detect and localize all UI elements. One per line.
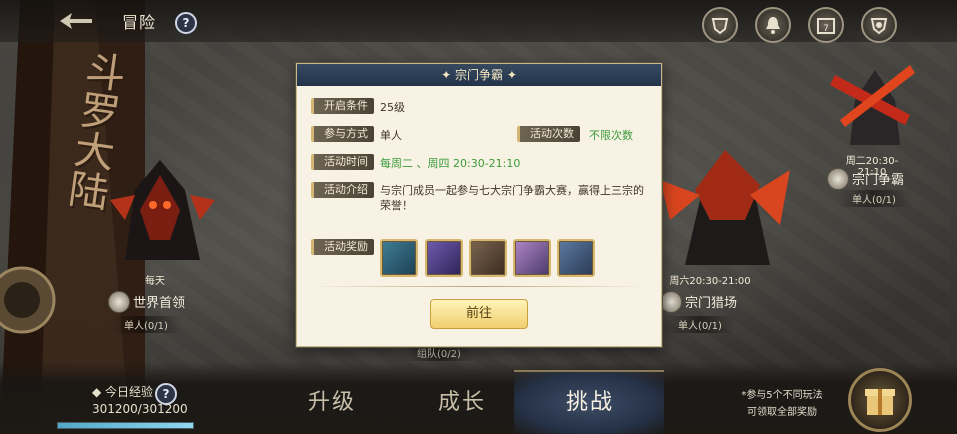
sect-battle-figure[interactable] xyxy=(825,45,920,150)
shield-badge-icon[interactable] xyxy=(861,7,897,43)
world-boss-icon xyxy=(108,291,130,313)
open-condition-value: 25级 xyxy=(380,101,405,114)
intro-row: 活动介绍 xyxy=(311,182,374,198)
card-name-sect-battle[interactable]: 宗门争霸 xyxy=(852,169,904,188)
card-status: 单人(0/1) xyxy=(110,316,182,333)
gift-icon xyxy=(865,389,895,415)
reward-item-5[interactable] xyxy=(557,239,595,277)
open-condition-row: 开启条件 xyxy=(311,98,374,114)
ranking-badge-icon[interactable] xyxy=(702,7,738,43)
divider xyxy=(309,286,649,287)
sect-hunt-figure[interactable] xyxy=(655,140,795,270)
exp-progress-fill xyxy=(58,423,193,428)
calendar-icon[interactable]: 7 xyxy=(808,7,844,43)
card-status: 单人(0/1) xyxy=(664,316,736,333)
tab-growth[interactable]: 成长 xyxy=(438,384,486,416)
mode-label: 参与方式 xyxy=(311,126,374,142)
times-row: 活动次数 xyxy=(517,126,580,142)
tab-challenge[interactable]: 挑战 xyxy=(566,384,614,416)
time-value: 每周二 、周四 20:30-21:10 xyxy=(380,157,521,170)
sparkle-icon: ✦ xyxy=(441,68,455,82)
back-arrow-icon[interactable] xyxy=(58,11,94,31)
reward-item-2[interactable] xyxy=(425,239,463,277)
bell-settings-icon[interactable] xyxy=(755,7,791,43)
time-row: 活动时间 xyxy=(311,154,374,170)
reward-hint-line2: 可领取全部奖励 xyxy=(747,407,817,418)
exp-progress-bar xyxy=(57,422,194,429)
daily-exp-label: ◆ 今日经验 xyxy=(92,383,153,400)
card-status: 单人(0/1) xyxy=(838,190,910,207)
world-boss-figure[interactable] xyxy=(105,150,220,270)
mode-row: 参与方式 xyxy=(311,126,374,142)
reward-item-4[interactable] xyxy=(513,239,551,277)
card-name-sect-hunt[interactable]: 宗门猎场 xyxy=(685,292,737,311)
sparkle-icon: ✦ xyxy=(503,68,517,82)
diamond-icon: ◆ xyxy=(92,385,106,399)
reward-item-1[interactable] xyxy=(380,239,418,277)
reward-item-3[interactable] xyxy=(469,239,507,277)
daily-exp-value: 301200/301200 xyxy=(92,402,188,416)
reward-row: 活动奖励 xyxy=(311,239,374,255)
reward-hint-line1: *参与5个不同玩法 xyxy=(741,390,823,401)
open-condition-label: 开启条件 xyxy=(311,98,374,114)
tab-upgrade[interactable]: 升级 xyxy=(308,384,356,416)
mode-value: 单人 xyxy=(380,129,402,142)
sect-hunt-icon xyxy=(660,291,682,313)
intro-label: 活动介绍 xyxy=(311,182,374,198)
activity-detail-modal: ✦ 宗门争霸 ✦ 开启条件 25级 参与方式 单人 活动次数 不限次数 活动时间… xyxy=(296,63,662,347)
intro-value: 与宗门成员一起参与七大宗门争霸大赛，赢得上三宗的荣誉！ xyxy=(380,184,644,212)
card-time: 每天 xyxy=(145,276,165,287)
help-icon[interactable]: ? xyxy=(175,12,197,34)
go-button[interactable]: 前往 xyxy=(430,299,528,329)
daily-exp-text: 今日经验 xyxy=(105,385,154,399)
time-label: 活动时间 xyxy=(311,154,374,170)
reward-label: 活动奖励 xyxy=(311,239,374,255)
modal-title: 宗门争霸 xyxy=(454,68,503,82)
modal-title-bar: ✦ 宗门争霸 ✦ xyxy=(297,64,661,86)
times-label: 活动次数 xyxy=(517,126,580,142)
sect-battle-icon xyxy=(827,168,849,190)
page-title: 冒险 xyxy=(122,13,157,32)
gift-box-button[interactable] xyxy=(848,368,912,432)
card-time: 周六20:30-21:00 xyxy=(669,276,751,287)
times-value: 不限次数 xyxy=(589,129,633,142)
svg-text:7: 7 xyxy=(823,24,829,34)
card-name-world-boss[interactable]: 世界首领 xyxy=(133,292,185,311)
